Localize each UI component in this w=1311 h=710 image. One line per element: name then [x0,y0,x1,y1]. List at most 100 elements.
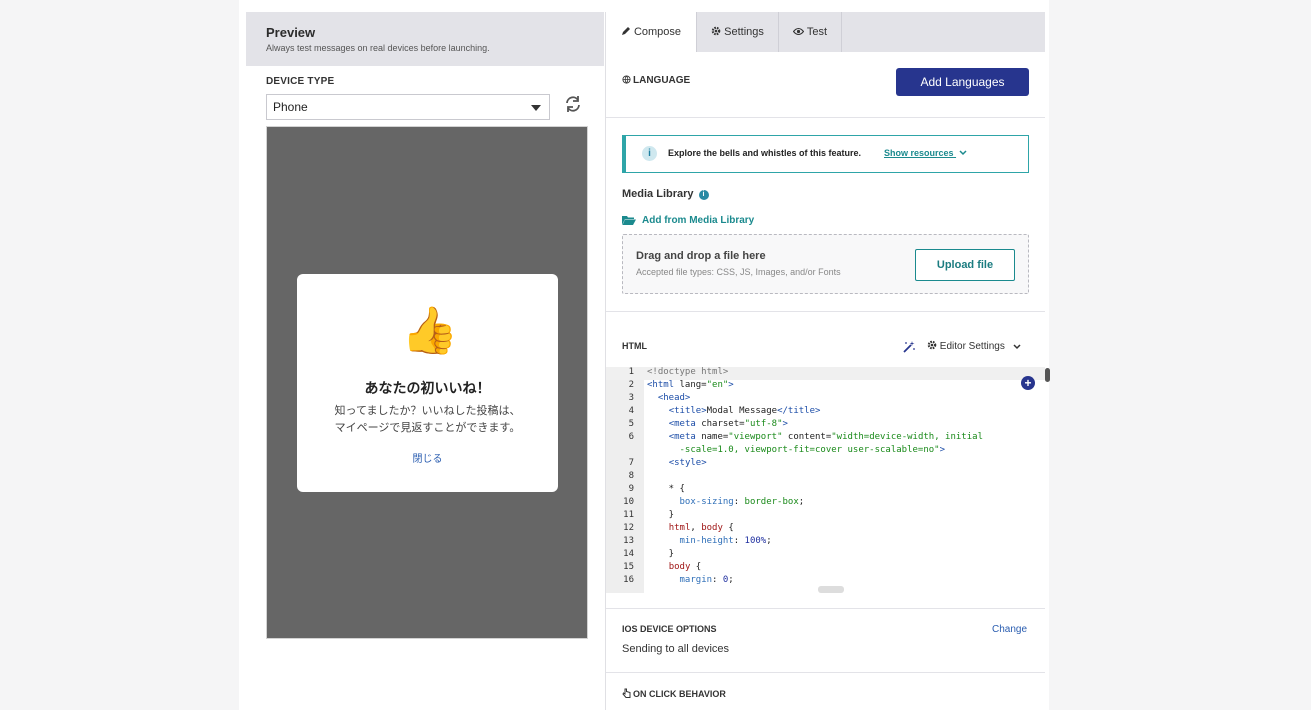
file-dropzone[interactable]: Drag and drop a file here Accepted file … [622,234,1029,294]
line-number: 8 [628,471,634,481]
editor-scrollbar[interactable] [1045,368,1050,382]
upload-file-button[interactable]: Upload file [915,249,1015,281]
code-line: 11 } [606,510,1045,523]
compose-panel: Compose Settings Test LANGUAGE Add Langu… [605,12,1050,710]
editor-settings-label: Editor Settings [939,341,1005,352]
code-line: 7 <style> [606,458,1045,471]
add-from-media-library-label: Add from Media Library [642,215,755,226]
preview-title: Preview [266,25,316,40]
line-number: 14 [623,549,634,559]
top-strip [239,0,1049,12]
eye-icon [792,27,805,36]
dropzone-title: Drag and drop a file here [636,250,766,262]
thumbs-up-icon: 👍 [401,304,459,356]
chevron-down-icon [1013,344,1021,350]
media-library-title-text: Media Library [622,188,694,200]
pointer-icon [622,688,631,698]
line-number: 2 [628,380,634,390]
modal-body-line-2: マイページで見返すことができます。 [334,422,521,434]
code-line: 15 body { [606,562,1045,575]
ios-device-options-value: Sending to all devices [622,643,730,655]
code-line: 4 <title>Modal Message</title> [606,406,1045,419]
line-number: 16 [623,575,634,585]
info-icon: i [698,190,709,200]
chevron-down-icon [959,150,967,156]
add-languages-button[interactable]: Add Languages [896,68,1029,96]
device-type-value: Phone [273,100,308,114]
dropzone-subtitle: Accepted file types: CSS, JS, Images, an… [636,267,841,277]
tab-test-label: Test [806,26,828,38]
ios-device-options: IOS DEVICE OPTIONS Change Sending to all… [606,608,1045,673]
on-click-behavior-text: ON CLICK BEHAVIOR [633,689,726,699]
code-line: 10 box-sizing: border-box; [606,497,1045,510]
device-type-select[interactable]: Phone [266,94,550,120]
code-line: 5 <meta charset="utf-8"> [606,419,1045,432]
code-line: 12 html, body { [606,523,1045,536]
code-line: 6 <meta name="viewport" content="width=d… [606,432,1045,445]
gear-icon [927,340,937,350]
add-snippet-button[interactable]: + [1021,376,1035,390]
line-number: 7 [628,458,634,468]
pencil-icon [621,27,630,35]
line-number: 6 [628,432,634,442]
show-resources-link[interactable]: Show resources [884,148,967,158]
language-label-text: LANGUAGE [633,75,691,86]
code-line: 8 [606,471,1045,484]
modal-body-line-1: 知ってましたか？いいねした投稿は、 [334,405,521,417]
code-line: 1 <!doctype html> [606,367,1045,380]
change-link[interactable]: Change [992,624,1027,635]
code-line: 2 <html lang="en"> [606,380,1045,393]
modal-title: あなたの初いいね！ [364,380,491,396]
preview-subtitle: Always test messages on real devices bef… [266,43,490,53]
tab-compose[interactable]: Compose [606,12,697,52]
divider [606,311,1045,312]
tab-test[interactable]: Test [779,12,842,52]
editor-settings-menu[interactable]: Editor Settings [927,340,1021,352]
info-banner: i Explore the bells and whistles of this… [622,135,1029,173]
html-label: HTML [622,341,647,351]
code-line: 9 * { [606,484,1045,497]
add-from-media-library-link[interactable]: Add from Media Library [622,215,754,226]
html-code-editor[interactable]: 1 <!doctype html> 2 <html lang="en"> 3 <he… [606,367,1045,593]
line-number: 15 [623,562,634,572]
preview-header: Preview Always test messages on real dev… [246,12,604,66]
line-number: 11 [623,510,634,520]
info-text: Explore the bells and whistles of this f… [668,148,862,158]
tab-settings-label: Settings [724,26,764,38]
page: Preview Always test messages on real dev… [239,0,1050,710]
show-resources-label: Show resources [884,148,954,158]
code-line: 3 <head> [606,393,1045,406]
line-number: 1 [628,367,634,377]
globe-icon [622,75,631,84]
line-number: 13 [623,536,634,546]
chevron-down-icon [531,105,541,111]
phone-preview: 👍 あなたの初いいね！ 知ってましたか？いいねした投稿は、 マイページで見返すこ… [266,126,588,639]
line-number: 4 [628,406,634,416]
language-section: LANGUAGE Add Languages [606,52,1045,118]
line-number: 12 [623,523,634,533]
code-line: 14 } [606,549,1045,562]
line-number: 3 [628,393,634,403]
line-number: 10 [623,497,634,507]
line-number: 5 [628,419,634,429]
folder-icon [622,216,636,225]
preview-panel: Preview Always test messages on real dev… [246,12,604,710]
refresh-icon[interactable] [564,95,582,113]
code-line: 13 min-height: 100%; [606,536,1045,549]
language-label: LANGUAGE [622,75,690,86]
tab-compose-label: Compose [633,26,682,38]
media-library-title: Media Library i [622,188,709,200]
gear-icon [711,26,721,36]
editor-resize-handle[interactable] [818,586,844,593]
info-icon: i [642,146,657,161]
modal-message: 👍 あなたの初いいね！ 知ってましたか？いいねした投稿は、 マイページで見返すこ… [297,274,558,492]
tab-settings[interactable]: Settings [697,12,779,52]
code-line: -scale=1.0, viewport-fit=cover user-scal… [679,445,946,455]
line-number: 9 [628,484,634,494]
ios-device-options-label: IOS DEVICE OPTIONS [622,624,717,634]
modal-body: 知ってましたか？いいねした投稿は、 マイページで見返すことができます。 [297,403,558,437]
magic-wand-icon[interactable] [903,340,916,358]
device-type-label: DEVICE TYPE [266,76,335,87]
on-click-behavior-label: ON CLICK BEHAVIOR [622,688,726,699]
modal-close-link[interactable]: 閉じる [297,450,558,465]
